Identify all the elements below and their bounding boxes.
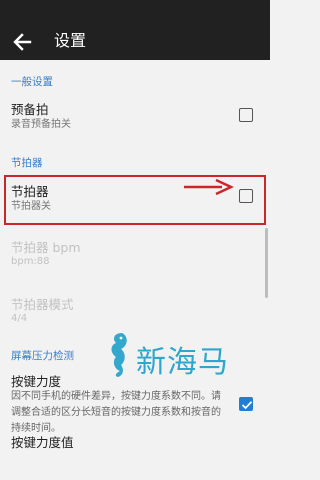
pref-key-velocity-value-title: 按键力度值 bbox=[11, 435, 74, 450]
pref-metronome-mode-title: 节拍器模式 bbox=[11, 297, 74, 312]
settings-list[interactable]: 一般设置 预备拍 录音预备拍关 节拍器 节拍器 节拍器关 节拍器 bpm bpm… bbox=[0, 60, 270, 480]
pref-key-velocity-title: 按键力度 bbox=[11, 374, 62, 389]
pre-count-checkbox[interactable] bbox=[239, 108, 253, 122]
arrow-pointer-icon bbox=[182, 177, 234, 201]
pref-pre-count-title: 预备拍 bbox=[11, 102, 49, 117]
seahorse-logo-icon bbox=[104, 329, 134, 383]
section-header-general: 一般设置 bbox=[11, 76, 53, 88]
pref-metronome-bpm-summary: bpm:88 bbox=[11, 256, 50, 267]
pref-key-velocity-value[interactable]: 按键力度值 bbox=[0, 428, 270, 480]
back-arrow-icon[interactable] bbox=[10, 30, 36, 54]
pref-pre-count-summary: 录音预备拍关 bbox=[11, 119, 71, 130]
watermark: 新海马 bbox=[104, 329, 264, 380]
scrollbar[interactable] bbox=[265, 228, 268, 298]
key-velocity-checkbox[interactable] bbox=[239, 397, 253, 411]
page-title: 设置 bbox=[54, 31, 87, 50]
watermark-text: 新海马 bbox=[136, 345, 229, 380]
pref-metronome-mode-summary: 4/4 bbox=[11, 313, 28, 324]
pref-metronome-mode: 节拍器模式 4/4 bbox=[0, 290, 270, 334]
app-bar: 设置 bbox=[0, 0, 270, 60]
pref-metronome-bpm: 节拍器 bpm bpm:88 bbox=[0, 233, 270, 277]
pref-metronome-bpm-title: 节拍器 bpm bbox=[11, 240, 81, 255]
section-header-metronome: 节拍器 bbox=[11, 157, 43, 169]
pref-pre-count[interactable]: 预备拍 录音预备拍关 bbox=[0, 93, 270, 137]
